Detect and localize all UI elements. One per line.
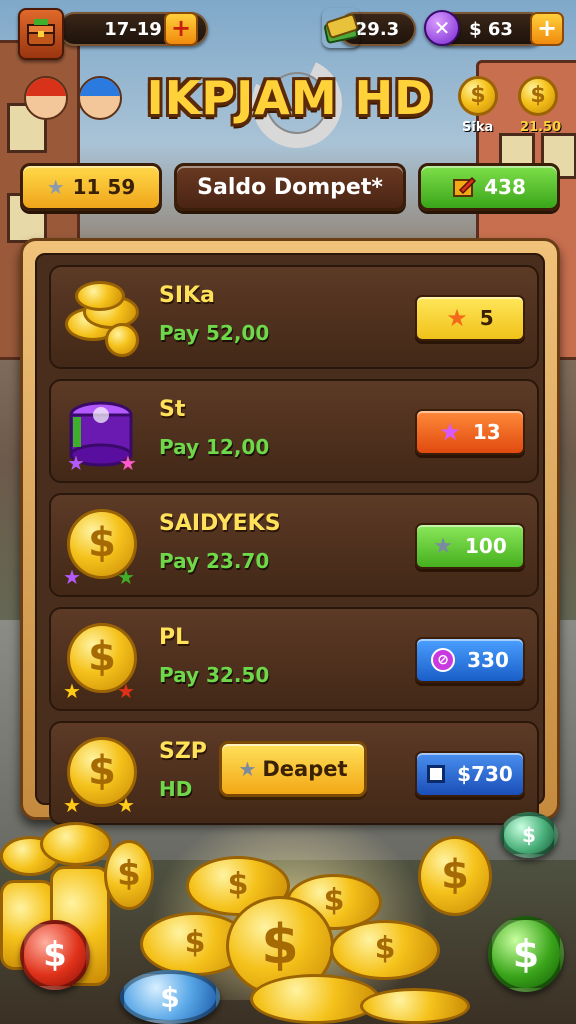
offer-row-5[interactable]: $ ★ ★ SZP HD ★ Deapet $730 (49, 721, 539, 825)
star-icon: ★ (433, 533, 453, 559)
square-icon (427, 765, 446, 783)
star-icon: ★ (117, 793, 135, 817)
tickets-balance-value: 438 (484, 175, 526, 199)
plus-icon: + (536, 14, 558, 42)
offer-buy-button[interactable]: ★ 5 (415, 295, 525, 341)
wallet-balance-tab[interactable]: Saldo Dompet* (174, 163, 406, 211)
offer-price: 13 (472, 420, 501, 444)
dollar-coin-icon: $ ★ ★ (61, 733, 143, 817)
star-icon: ★ (67, 451, 85, 475)
dollar-coin-icon: $ (330, 920, 440, 980)
offer-price: $730 (457, 762, 513, 786)
blue-coin-icon: $ (120, 970, 220, 1024)
deposit-button[interactable]: ★ Deapet (219, 741, 367, 797)
dollar-coin-icon: $ (418, 836, 492, 916)
cash-value: $ 63 (469, 18, 513, 40)
star-icon: ★ (63, 679, 81, 703)
offer-row-2[interactable]: ★ ★ St Pay 12,00 ★ 13 (49, 379, 539, 483)
chest-icon[interactable] (18, 8, 64, 60)
pencil-note-icon (453, 176, 477, 197)
green-token-icon: $ (500, 812, 558, 858)
badge-right-label: 21.50 (520, 120, 562, 135)
dollar-coin-badge-icon-2[interactable]: $ (518, 76, 558, 116)
purple-chest-icon: ★ ★ (61, 391, 143, 475)
offer-price: 330 (467, 648, 509, 672)
avatar-red-cap[interactable] (24, 76, 68, 120)
offer-row-1[interactable]: SIKa Pay 52,00 ★ 5 (49, 265, 539, 369)
offers-panel: SIKa Pay 52,00 ★ 5 ★ ★ St Pay 12,00 ★ 13 (20, 238, 560, 825)
gems-value: 29.3 (354, 18, 400, 40)
game-logo: IKPJAM HD (146, 71, 434, 125)
green-coin-button[interactable]: $ (488, 916, 564, 992)
star-icon: ★ (117, 565, 135, 589)
red-coin-button[interactable]: $ (20, 920, 90, 990)
purple-token-icon: ⊘ (431, 648, 456, 672)
deposit-label: Deapet (262, 757, 348, 781)
purple-gem-icon: ✕ (424, 10, 460, 46)
dollar-coin-icon: $ (104, 840, 154, 910)
offer-pay: Pay 32.50 (159, 663, 270, 687)
offer-buy-button[interactable]: ★ 13 (415, 409, 525, 455)
coin-stack-icon (61, 277, 143, 359)
star-icon: ★ (238, 757, 257, 781)
offer-buy-button[interactable]: ★ 100 (415, 523, 525, 569)
offer-name: SAIDYEKS (159, 511, 281, 536)
tickets-balance-button[interactable]: 438 (418, 163, 560, 211)
dollar-sign: $ (470, 83, 486, 108)
avatar-blue-cap[interactable] (78, 76, 122, 120)
offer-buy-button[interactable]: ⊘ 330 (415, 637, 525, 683)
coin-icon (40, 822, 112, 866)
offers-list: SIKa Pay 52,00 ★ 5 ★ ★ St Pay 12,00 ★ 13 (35, 253, 545, 825)
add-lives-button[interactable]: + (164, 12, 198, 46)
offer-pay: HD (159, 777, 193, 801)
offer-pay: Pay 52,00 (159, 321, 270, 345)
plus-icon: + (170, 14, 192, 42)
coin-icon (360, 988, 470, 1024)
chest-graphic (27, 19, 55, 46)
star-balance-button[interactable]: ★ 11 59 (20, 163, 162, 211)
add-cash-button[interactable]: + (530, 12, 564, 46)
red-cap-icon (26, 78, 66, 96)
offer-pay: Pay 12,00 (159, 435, 270, 459)
blue-cap-icon (80, 78, 120, 96)
star-balance-value: 11 59 (72, 175, 136, 199)
offer-price: 100 (464, 534, 507, 558)
lives-value: 17-19 (104, 18, 162, 40)
star-icon: ★ (63, 565, 81, 589)
wallet-balance-label: Saldo Dompet* (197, 174, 383, 200)
offer-name: SZP (159, 739, 207, 764)
offer-buy-button[interactable]: $730 (415, 751, 525, 797)
star-icon: ★ (439, 418, 461, 446)
offer-row-3[interactable]: $ ★ ★ SAIDYEKS Pay 23.70 ★ 100 (49, 493, 539, 597)
offer-name: SIKa (159, 283, 215, 308)
dollar-coin-icon: $ ★ ★ (61, 505, 143, 589)
star-icon: ★ (117, 679, 135, 703)
offer-pay: Pay 23.70 (159, 549, 270, 573)
offer-price: 5 (479, 306, 494, 330)
badge-left-label: Sika (462, 120, 494, 135)
star-icon: ★ (119, 451, 137, 475)
star-icon: ★ (446, 304, 468, 332)
dollar-coin-badge-icon[interactable]: $ (458, 76, 498, 116)
offer-row-4[interactable]: $ ★ ★ PL Pay 32.50 ⊘ 330 (49, 607, 539, 711)
cash-stack-icon (322, 8, 360, 48)
dollar-sign: $ (530, 83, 546, 108)
coin-icon (250, 974, 380, 1024)
star-icon: ★ (63, 793, 81, 817)
offer-name: St (159, 397, 186, 422)
star-icon: ★ (46, 175, 65, 199)
dollar-coin-icon: $ ★ ★ (61, 619, 143, 703)
offer-name: PL (159, 625, 190, 650)
x-mark-icon: ✕ (433, 16, 451, 40)
